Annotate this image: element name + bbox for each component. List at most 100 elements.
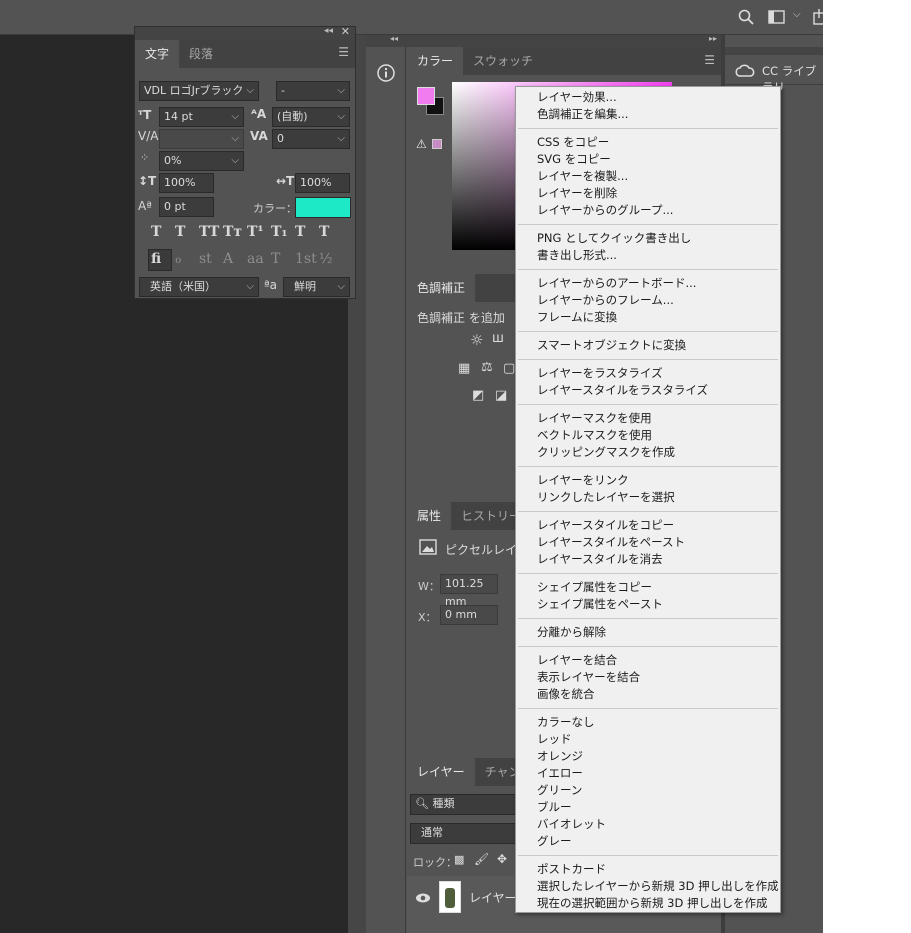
layer-filter-field[interactable]: 🔍︎ 種類 [410, 794, 520, 815]
menu-item[interactable]: レイヤーを複製... [516, 168, 780, 185]
gamut-warning-icon[interactable]: ⚠ [416, 137, 427, 151]
tab-properties[interactable]: 属性 [407, 502, 452, 530]
x-field[interactable]: 0 mm [440, 605, 498, 625]
vertical-scale-field[interactable]: 100% [159, 173, 214, 193]
eye-icon[interactable] [415, 892, 431, 904]
menu-item[interactable]: レイヤーからのフレーム... [516, 292, 780, 309]
invert-icon[interactable]: ◩ [472, 388, 484, 403]
collapse-icon[interactable]: ◂◂ [324, 26, 333, 36]
antialias-select[interactable]: 鮮明 ⌵ [283, 277, 350, 297]
chevron-down-icon[interactable]: ⌵ [793, 9, 801, 20]
style-button-5[interactable]: T₁ [271, 224, 288, 240]
tab-layers[interactable]: レイヤー [407, 758, 475, 786]
tab-adjustments[interactable]: 色調補正 [407, 274, 476, 302]
style-button-3[interactable]: Tт [223, 224, 242, 240]
posterize-icon[interactable]: ◪ [495, 388, 507, 403]
opentype-button-7[interactable]: ½ [319, 251, 333, 267]
style-button-4[interactable]: T¹ [247, 224, 264, 240]
font-size-field[interactable]: 14 pt ⌵ [159, 107, 244, 127]
text-color-swatch[interactable] [295, 197, 351, 218]
blend-mode-select[interactable]: 通常 [410, 823, 520, 844]
opentype-button-2[interactable]: st [199, 251, 212, 267]
leading-field[interactable]: (自動) ⌵ [272, 107, 350, 127]
menu-item[interactable]: レイヤーを削除 [516, 185, 780, 202]
menu-item[interactable]: グレー [516, 833, 780, 850]
panel-menu-icon[interactable]: ☰ [704, 53, 715, 67]
menu-item[interactable]: フレームに変換 [516, 309, 780, 326]
opentype-button-3[interactable]: A [223, 251, 233, 267]
brightness-icon[interactable]: ☼ [470, 331, 483, 349]
gamut-swatch[interactable] [432, 139, 442, 149]
color-balance-icon[interactable]: ⚖ [481, 360, 493, 375]
menu-item[interactable]: レイヤーをリンク [516, 472, 780, 489]
menu-item[interactable]: シェイプ属性をペースト [516, 596, 780, 613]
menu-item[interactable]: オレンジ [516, 748, 780, 765]
lock-transparency-icon[interactable]: ▩ [454, 853, 464, 866]
menu-item[interactable]: CSS をコピー [516, 134, 780, 151]
menu-item[interactable]: 表示レイヤーを結合 [516, 669, 780, 686]
tab-paragraph[interactable]: 段落 [179, 40, 223, 68]
width-field[interactable]: 101.25 mm [440, 574, 498, 608]
panel-menu-icon[interactable]: ☰ [338, 45, 349, 59]
menu-item[interactable]: レイヤースタイルをラスタライズ [516, 382, 780, 399]
menu-item[interactable]: 画像を統合 [516, 686, 780, 703]
style-button-7[interactable]: T [319, 224, 329, 240]
menu-item[interactable]: ベクトルマスクを使用 [516, 427, 780, 444]
menu-item[interactable]: レイヤーをラスタライズ [516, 365, 780, 382]
menu-item[interactable]: 書き出し形式... [516, 247, 780, 264]
menu-item[interactable]: レイヤー効果... [516, 89, 780, 106]
menu-item[interactable]: 現在の選択範囲から新規 3D 押し出しを作成 [516, 895, 780, 912]
share-icon[interactable] [813, 9, 823, 25]
bw-icon[interactable]: ▢ [503, 361, 515, 376]
tracking-field[interactable]: 0 ⌵ [272, 129, 350, 149]
style-button-1[interactable]: T [175, 224, 185, 240]
search-icon[interactable] [738, 9, 754, 25]
style-button-6[interactable]: T [295, 224, 305, 240]
baseline-shift-field[interactable]: 0 pt [159, 197, 214, 217]
tab-color[interactable]: カラー [407, 47, 464, 75]
menu-item[interactable]: ブルー [516, 799, 780, 816]
menu-item[interactable]: シェイプ属性をコピー [516, 579, 780, 596]
libraries-button[interactable]: CC ライブラリ [725, 57, 823, 94]
opentype-button-1[interactable]: ℴ [175, 251, 181, 267]
menu-item[interactable]: ポストカード [516, 861, 780, 878]
lock-move-icon[interactable]: ✥ [497, 852, 507, 866]
menu-item[interactable]: SVG をコピー [516, 151, 780, 168]
menu-item[interactable]: クリッピングマスクを作成 [516, 444, 780, 461]
info-icon[interactable] [376, 63, 396, 83]
menu-item[interactable]: レイヤースタイルをペースト [516, 534, 780, 551]
menu-item[interactable]: リンクしたレイヤーを選択 [516, 489, 780, 506]
menu-item[interactable]: レイヤーマスクを使用 [516, 410, 780, 427]
opentype-button-6[interactable]: 1st [295, 251, 317, 267]
tab-character[interactable]: 文字 [135, 40, 180, 68]
font-family-select[interactable]: VDL ロゴJrブラック ⌵ [139, 81, 259, 101]
menu-item[interactable]: 色調補正を編集... [516, 106, 780, 123]
menu-item[interactable]: カラーなし [516, 714, 780, 731]
panel-titlebar[interactable]: ◂◂ ✕ [135, 25, 355, 40]
expand-icon[interactable]: ▸▸ [709, 34, 717, 43]
dock-titlebar[interactable]: ◂◂ ▸▸ [366, 34, 721, 47]
menu-item[interactable]: レイヤーからのアートボード... [516, 275, 780, 292]
menu-item[interactable]: 選択したレイヤーから新規 3D 押し出しを作成 [516, 878, 780, 895]
menu-item[interactable]: レイヤーからのグループ... [516, 202, 780, 219]
hue-icon[interactable]: ▦ [458, 361, 470, 376]
font-style-select[interactable]: - ⌵ [276, 81, 350, 101]
libraries-grip[interactable] [725, 47, 823, 55]
tab-swatches[interactable]: スウォッチ [463, 47, 543, 75]
levels-icon[interactable]: ш [492, 331, 504, 346]
menu-item[interactable]: レッド [516, 731, 780, 748]
menu-item[interactable]: スマートオブジェクトに変換 [516, 337, 780, 354]
menu-item[interactable]: イエロー [516, 765, 780, 782]
menu-item[interactable]: 分離から解除 [516, 624, 780, 641]
workspace-icon[interactable] [768, 10, 786, 24]
kerning-field[interactable]: ⌵ [159, 129, 244, 149]
language-select[interactable]: 英語（米国） ⌵ [139, 277, 259, 297]
menu-item[interactable]: レイヤースタイルをコピー [516, 517, 780, 534]
opentype-button-4[interactable]: aa [247, 251, 264, 267]
lock-brush-icon[interactable]: 🖌︎ [474, 852, 489, 866]
menu-item[interactable]: レイヤーを結合 [516, 652, 780, 669]
style-button-2[interactable]: TT [199, 224, 219, 240]
opentype-button-5[interactable]: T [271, 251, 280, 267]
menu-item[interactable]: PNG としてクイック書き出し [516, 230, 780, 247]
tsume-field[interactable]: 0% ⌵ [159, 151, 244, 171]
